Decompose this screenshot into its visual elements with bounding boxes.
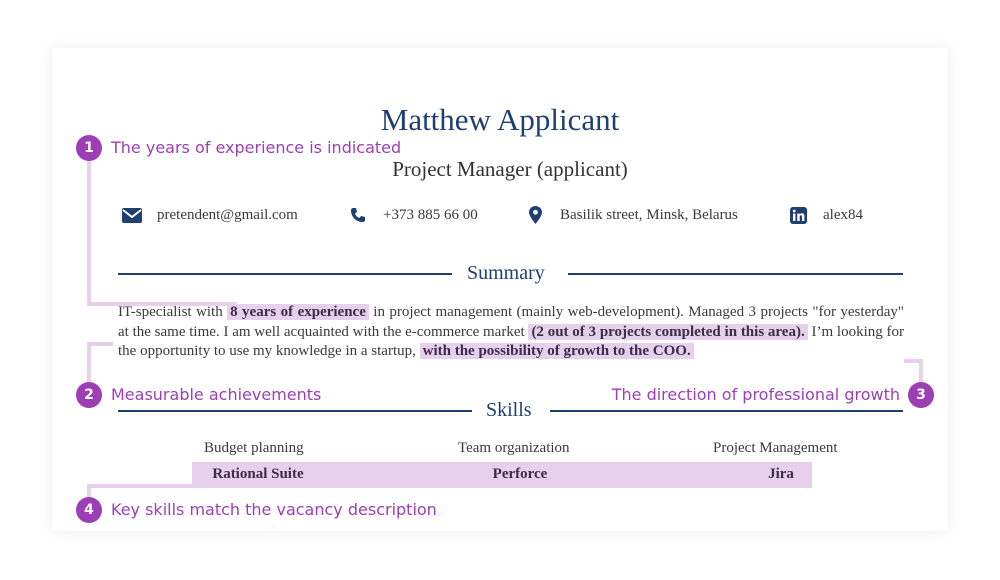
connector-2-horizontal (87, 342, 113, 346)
summary-rule-right (568, 273, 903, 275)
annotation-text-1: The years of experience is indicated (111, 138, 402, 157)
contact-phone[interactable]: +373 885 66 00 (347, 204, 478, 226)
skills-rule-left (118, 410, 472, 412)
skill-item: Project Management (713, 440, 838, 456)
skills-rule-right (550, 410, 903, 412)
linkedin-icon (787, 205, 809, 225)
highlight-achievements: (2 out of 3 projects completed in this a… (528, 323, 808, 340)
email-text: pretendent@gmail.com (157, 206, 298, 223)
annotation-badge-2: 2 (76, 382, 102, 408)
connector-3-horizontal (904, 359, 923, 363)
skills-heading: Skills (486, 399, 532, 421)
skill-item: Team organization (458, 440, 570, 456)
tool-item: Rational Suite (212, 466, 304, 482)
annotation-text-3: The direction of professional growth (611, 385, 900, 404)
summary-text: IT-specialist with 8 years of experience… (118, 304, 904, 359)
envelope-icon (121, 205, 143, 225)
skill-item: Budget planning (204, 440, 304, 456)
tool-item: Jira (768, 466, 794, 482)
summary-heading: Summary (467, 262, 545, 284)
applicant-role: Project Manager (applicant) (392, 157, 628, 181)
annotation-badge-3: 3 (908, 382, 934, 408)
phone-icon (347, 205, 369, 225)
highlight-experience: 8 years of experience (227, 304, 369, 320)
contact-linkedin[interactable]: alex84 (787, 204, 863, 226)
annotation-badge-4: 4 (76, 497, 102, 523)
tool-item: Perforce (492, 466, 548, 482)
connector-2 (87, 342, 91, 384)
annotation-text-2: Measurable achievements (111, 385, 322, 404)
address-text: Basilik street, Minsk, Belarus (560, 206, 738, 223)
contact-address: Basilik street, Minsk, Belarus (524, 204, 738, 226)
annotation-text-4: Key skills match the vacancy description (111, 500, 437, 519)
phone-text: +373 885 66 00 (383, 206, 478, 223)
linkedin-text: alex84 (823, 206, 863, 223)
summary-rule-left (118, 273, 452, 275)
annotation-badge-1: 1 (76, 135, 102, 161)
highlight-growth: with the possibility of growth to the CO… (419, 343, 694, 359)
contact-email[interactable]: pretendent@gmail.com (121, 204, 298, 226)
connector-4-horizontal (87, 484, 193, 488)
map-pin-icon (524, 205, 546, 225)
applicant-name: Matthew Applicant (380, 102, 620, 137)
